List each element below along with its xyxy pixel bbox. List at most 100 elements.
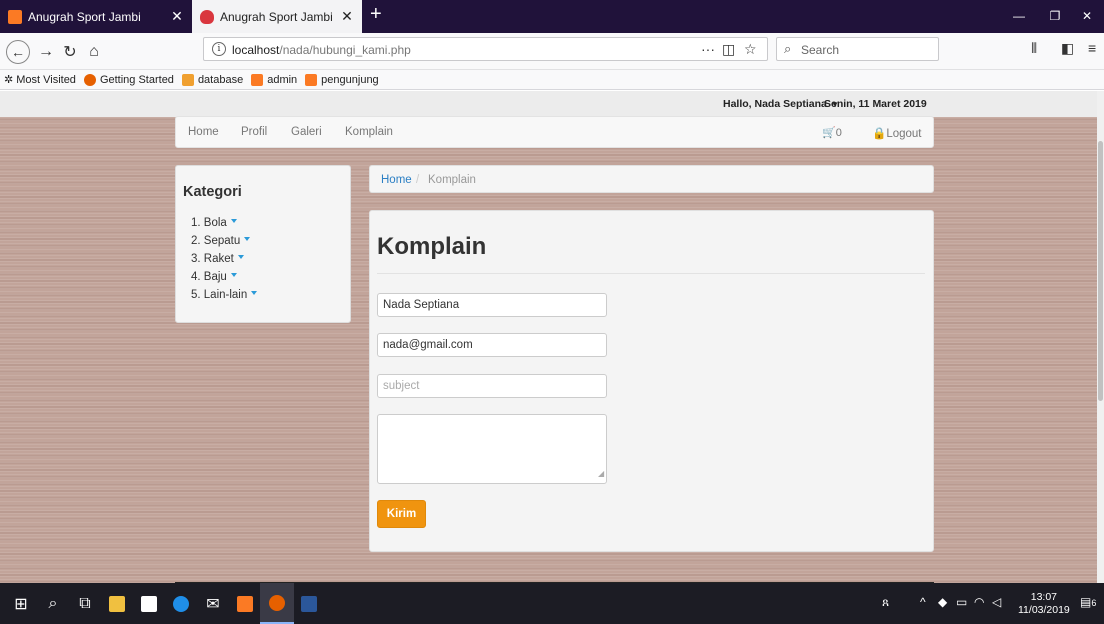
scrollbar-thumb[interactable]: [1098, 141, 1103, 401]
current-date: Senin, 11 Maret 2019: [824, 98, 927, 110]
store-icon[interactable]: [132, 583, 166, 624]
network-status-icon[interactable]: ◆: [938, 595, 947, 609]
close-tab-icon[interactable]: ✕: [340, 8, 354, 25]
logout-link[interactable]: 🔒Logout: [872, 126, 922, 140]
page-title: Komplain: [377, 233, 487, 260]
firefox-icon: [83, 73, 96, 86]
word-icon[interactable]: [292, 583, 326, 624]
category-item-sepatu[interactable]: 2. Sepatu: [191, 232, 257, 250]
clock-date: 11/03/2019: [1018, 604, 1070, 616]
pocket-icon[interactable]: ◫: [722, 41, 735, 58]
category-item-baju[interactable]: 4. Baju: [191, 268, 257, 286]
url-bar[interactable]: i localhost/nada/hubungi_kami.php ··· ◫ …: [203, 37, 768, 61]
taskbar-clock[interactable]: 13:07 11/03/2019: [1018, 591, 1070, 617]
restore-icon[interactable]: ❐: [1038, 0, 1072, 33]
wifi-icon[interactable]: ◠: [974, 595, 984, 609]
bookmark-database[interactable]: database: [181, 73, 243, 86]
breadcrumb-home[interactable]: Home: [381, 174, 412, 186]
breadcrumb-current: Komplain: [428, 174, 476, 186]
new-tab-button[interactable]: +: [370, 3, 382, 26]
file-explorer-icon[interactable]: [100, 583, 134, 624]
name-field[interactable]: [377, 293, 607, 317]
search-placeholder: Search: [801, 43, 840, 57]
category-item-bola[interactable]: 1. Bola: [191, 214, 257, 232]
caret-down-icon: [237, 255, 244, 259]
caret-down-icon: [230, 219, 237, 223]
page-actions-icon[interactable]: ···: [701, 41, 715, 57]
browser-tab-bar: Anugrah Sport Jambi ✕ Anugrah Sport Jamb…: [0, 0, 1104, 33]
minimize-icon[interactable]: —: [1002, 0, 1036, 33]
windows-start-icon[interactable]: ⊞: [4, 583, 38, 624]
bookmark-most-visited[interactable]: ✲ Most Visited: [4, 73, 76, 87]
page-viewport: Hallo, Nada Septiana ▼ Senin, 11 Maret 2…: [0, 91, 1097, 583]
divider: [377, 273, 925, 274]
sidebar-title: Kategori: [183, 184, 242, 200]
nav-komplain[interactable]: Komplain: [345, 126, 393, 138]
caret-down-icon: [251, 291, 258, 295]
bookmark-getting-started[interactable]: Getting Started: [83, 73, 174, 86]
close-tab-icon[interactable]: ✕: [170, 8, 184, 25]
mail-icon[interactable]: ✉: [196, 583, 230, 624]
browser-tab-active[interactable]: Anugrah Sport Jambi ✕: [192, 0, 362, 33]
xampp-icon: [305, 73, 318, 86]
firefox-icon[interactable]: [260, 583, 294, 624]
tab-title: Anugrah Sport Jambi: [28, 9, 141, 24]
sidebar-toggle-icon[interactable]: ◧: [1061, 40, 1074, 57]
caret-down-icon: [230, 273, 237, 277]
site-favicon-icon: [200, 9, 214, 24]
user-greeting-dropdown[interactable]: Hallo, Nada Septiana ▼: [723, 98, 839, 110]
breadcrumb-separator: /: [416, 174, 420, 186]
site-navbar: Home Profil Galeri Komplain 🛒0 🔒Logout: [175, 116, 934, 148]
home-icon[interactable]: ⌂: [82, 40, 106, 64]
bookmark-pengunjung[interactable]: pengunjung: [305, 73, 379, 86]
battery-icon[interactable]: ▭: [956, 595, 967, 609]
clock-time: 13:07: [1030, 591, 1058, 603]
url-text[interactable]: localhost/nada/hubungi_kami.php: [232, 43, 411, 57]
tab-title: Anugrah Sport Jambi: [220, 9, 333, 24]
search-icon[interactable]: ⌕: [36, 583, 70, 624]
subject-field[interactable]: [377, 374, 607, 398]
category-sidebar: Kategori 1. Bola 2. Sepatu 3. Raket 4. B…: [175, 165, 351, 323]
category-item-lain-lain[interactable]: 5. Lain-lain: [191, 286, 258, 304]
nav-galeri[interactable]: Galeri: [291, 126, 322, 138]
bookmarks-toolbar: ✲ Most Visited Getting Started database …: [0, 70, 1104, 90]
xampp-icon: [251, 73, 264, 86]
task-view-icon[interactable]: ⧉: [68, 583, 102, 624]
breadcrumb: Home / Komplain: [369, 165, 934, 193]
forward-icon[interactable]: →: [34, 40, 58, 64]
xampp-icon[interactable]: [228, 583, 262, 624]
chevron-up-icon[interactable]: ^: [920, 595, 926, 609]
search-icon: ⌕: [784, 41, 792, 56]
phpmyadmin-icon: [181, 73, 194, 86]
menu-icon[interactable]: ≡: [1088, 40, 1096, 56]
email-field[interactable]: [377, 333, 607, 357]
browser-tab-inactive[interactable]: Anugrah Sport Jambi ✕: [0, 0, 192, 33]
complaint-panel: Komplain ◢ Kirim: [369, 210, 934, 552]
close-window-icon[interactable]: ✕: [1070, 0, 1104, 33]
nav-home[interactable]: Home: [188, 126, 219, 138]
page-scrollbar[interactable]: [1097, 91, 1104, 583]
bookmark-admin[interactable]: admin: [251, 73, 297, 86]
xampp-icon: [8, 9, 22, 24]
info-icon[interactable]: i: [212, 42, 226, 56]
cart-link[interactable]: 🛒0: [822, 126, 842, 139]
cart-icon: 🛒: [822, 127, 836, 139]
nav-profil[interactable]: Profil: [241, 126, 267, 138]
edge-icon[interactable]: [164, 583, 198, 624]
message-field[interactable]: [377, 414, 607, 484]
gear-icon: ✲: [4, 74, 14, 86]
resize-grip-icon[interactable]: ◢: [598, 469, 604, 478]
browser-search-box[interactable]: ⌕ Search: [776, 37, 939, 61]
volume-icon[interactable]: ◁: [992, 595, 1001, 609]
user-info-strip: Hallo, Nada Septiana ▼ Senin, 11 Maret 2…: [0, 91, 1097, 117]
submit-button[interactable]: Kirim: [377, 500, 426, 528]
library-icon[interactable]: ⦀: [1031, 40, 1037, 57]
windows-taskbar: ⊞ ⌕ ⧉ ✉ ጸ ^ ◆ ▭ ◠ ◁ ▤6: [0, 583, 1104, 624]
caret-down-icon: [244, 237, 251, 241]
bookmark-star-icon[interactable]: ☆: [744, 41, 757, 58]
category-item-raket[interactable]: 3. Raket: [191, 250, 257, 268]
notification-icon[interactable]: ▤6: [1080, 595, 1096, 609]
people-icon[interactable]: ጸ: [882, 595, 889, 610]
back-icon[interactable]: ←: [6, 40, 30, 64]
reload-icon[interactable]: ↻: [58, 40, 82, 64]
